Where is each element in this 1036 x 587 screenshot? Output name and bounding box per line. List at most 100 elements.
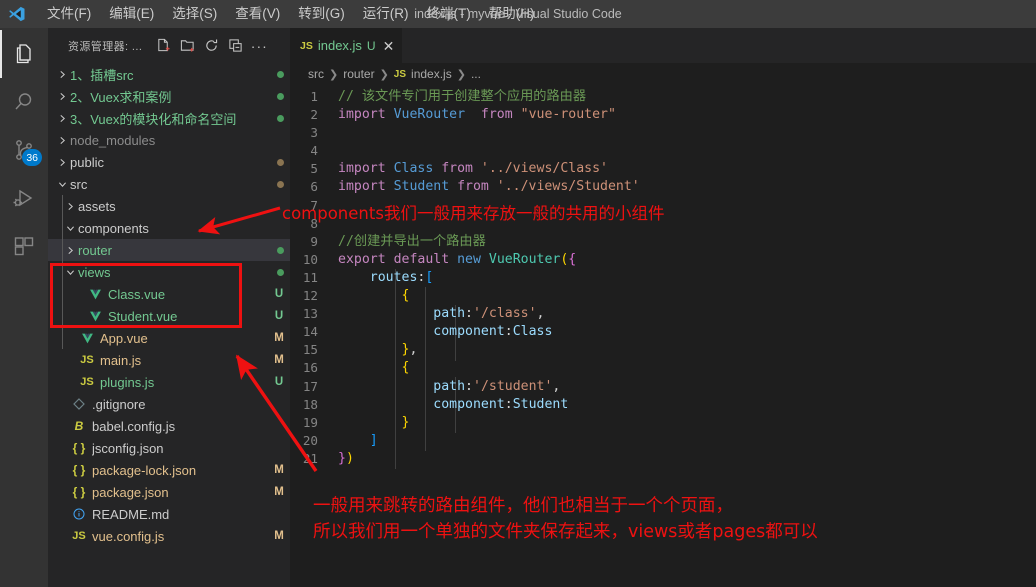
git-status-badge: M bbox=[274, 530, 284, 542]
code-token: { bbox=[401, 288, 410, 304]
tree-item-main.js[interactable]: JS main.js M bbox=[48, 349, 290, 371]
tree-item-jsconfig.json[interactable]: { } jsconfig.json bbox=[48, 437, 290, 459]
file-tree[interactable]: 1、插槽src 2、Vuex求和案例 3、Vuex的模块化和命名空间 node_mod… bbox=[48, 63, 290, 587]
menu-terminal[interactable]: 终端(T) bbox=[418, 2, 480, 26]
new-file-icon[interactable] bbox=[152, 35, 174, 57]
code-line: 19 } bbox=[290, 414, 1036, 432]
tree-item-package.json[interactable]: { } package.json M bbox=[48, 481, 290, 503]
chevron-down-icon[interactable] bbox=[64, 264, 76, 280]
menu-selection[interactable]: 选择(S) bbox=[163, 2, 226, 26]
menu-view[interactable]: 查看(V) bbox=[226, 2, 289, 26]
tree-item-class.vue[interactable]: Class.vue U bbox=[48, 283, 290, 305]
chevron-right-icon[interactable] bbox=[56, 110, 68, 126]
git-status-badge: M bbox=[274, 464, 284, 476]
tree-item-app.vue[interactable]: App.vue M bbox=[48, 327, 290, 349]
code-token: from bbox=[449, 179, 497, 195]
tree-item-router[interactable]: router bbox=[48, 239, 290, 261]
vue-file-icon bbox=[86, 288, 104, 301]
chevron-down-icon[interactable] bbox=[56, 176, 68, 192]
refresh-icon[interactable] bbox=[200, 35, 222, 57]
breadcrumb-item-symbol[interactable]: ... bbox=[471, 67, 481, 81]
tree-item-public[interactable]: public bbox=[48, 151, 290, 173]
tab-git-status: U bbox=[366, 38, 376, 53]
menu-file[interactable]: 文件(F) bbox=[38, 2, 100, 26]
tree-item-label: main.js bbox=[100, 352, 142, 368]
close-icon[interactable]: ✕ bbox=[383, 39, 395, 53]
breadcrumb: src ❯ router ❯ JS index.js ❯ ... bbox=[290, 63, 1036, 85]
code-token: "vue-router" bbox=[520, 107, 616, 123]
explorer-sidebar: 资源管理器: ... ··· 1、插槽src 2、Vuex求和案例 3、Vuex… bbox=[48, 28, 290, 587]
line-number: 18 bbox=[302, 396, 318, 412]
line-number: 10 bbox=[302, 251, 318, 267]
breadcrumb-item-src[interactable]: src bbox=[308, 67, 324, 81]
chevron-right-icon[interactable] bbox=[56, 88, 68, 104]
tree-item-1src[interactable]: 1、插槽src bbox=[48, 63, 290, 85]
more-actions-icon[interactable]: ··· bbox=[248, 35, 270, 57]
chevron-down-icon[interactable] bbox=[64, 220, 76, 236]
tab-index-js[interactable]: JS index.js U ✕ bbox=[290, 28, 404, 63]
collapse-all-icon[interactable] bbox=[224, 35, 246, 57]
chevron-right-icon[interactable] bbox=[64, 242, 76, 258]
code-token: '/student' bbox=[473, 378, 553, 394]
tree-item-readme.md[interactable]: README.md bbox=[48, 503, 290, 525]
tree-item-2vuex[interactable]: 2、Vuex求和案例 bbox=[48, 85, 290, 107]
chevron-right-icon[interactable] bbox=[56, 66, 68, 82]
code-line: 17 path:'/student', bbox=[290, 378, 1036, 396]
menu-help[interactable]: 帮助(H) bbox=[480, 2, 544, 26]
tree-item-src[interactable]: src bbox=[48, 173, 290, 195]
tree-item-student.vue[interactable]: Student.vue U bbox=[48, 305, 290, 327]
chevron-right-icon[interactable] bbox=[56, 132, 68, 148]
activity-search-icon[interactable] bbox=[0, 78, 48, 126]
tree-item-label: src bbox=[70, 176, 88, 192]
code-token: } bbox=[338, 450, 346, 466]
tree-item-babel.config.js[interactable]: Bbabel.config.js bbox=[48, 415, 290, 437]
tree-item-label: Student.vue bbox=[108, 308, 178, 324]
git-status-dot bbox=[277, 93, 284, 100]
vscode-window: 文件(F) 编辑(E) 选择(S) 查看(V) 转到(G) 运行(R) 终端(T… bbox=[0, 0, 1036, 587]
code-line: 20 ] bbox=[290, 432, 1036, 450]
activity-explorer-icon[interactable] bbox=[0, 30, 48, 78]
breadcrumb-item-router[interactable]: router bbox=[343, 67, 374, 81]
tree-item-.gitignore[interactable]: .gitignore bbox=[48, 393, 290, 415]
code-token: VueRouter bbox=[393, 107, 466, 123]
menu-run[interactable]: 运行(R) bbox=[354, 2, 418, 26]
line-content: import Student from '../views/Student' bbox=[334, 178, 640, 196]
chevron-right-icon[interactable] bbox=[56, 154, 68, 170]
code-token: , bbox=[409, 342, 418, 358]
tree-item-3vuex[interactable]: 3、Vuex的模块化和命名空间 bbox=[48, 107, 290, 129]
new-folder-icon[interactable] bbox=[176, 35, 198, 57]
tree-item-node_modules[interactable]: node_modules bbox=[48, 129, 290, 151]
code-token: : bbox=[504, 324, 513, 340]
line-content: import VueRouter from "vue-router" bbox=[334, 106, 616, 124]
line-content: }) bbox=[334, 450, 354, 468]
git-status-dot bbox=[277, 269, 284, 276]
tree-item-views[interactable]: views bbox=[48, 261, 290, 283]
breadcrumb-item-file[interactable]: index.js bbox=[411, 67, 452, 81]
line-content: // 该文件专门用于创建整个应用的路由器 bbox=[334, 88, 586, 106]
activity-source-control-icon[interactable]: 36 bbox=[0, 126, 48, 174]
code-token: new bbox=[457, 251, 489, 267]
line-content: component:Class bbox=[334, 323, 552, 341]
source-control-badge: 36 bbox=[22, 149, 42, 166]
line-content bbox=[334, 142, 338, 160]
menu-edit[interactable]: 编辑(E) bbox=[100, 2, 163, 26]
tree-item-plugins.js[interactable]: JS plugins.js U bbox=[48, 371, 290, 393]
menu-go[interactable]: 转到(G) bbox=[289, 2, 354, 26]
code-line: 15 }, bbox=[290, 341, 1036, 359]
code-token: [ bbox=[425, 269, 434, 285]
code-token: path bbox=[433, 378, 466, 394]
tree-item-vue.config.js[interactable]: JS vue.config.js M bbox=[48, 525, 290, 547]
explorer-actions: ··· bbox=[152, 35, 270, 57]
activity-extensions-icon[interactable] bbox=[0, 222, 48, 270]
tree-item-components[interactable]: components bbox=[48, 217, 290, 239]
tree-item-package-lock.json[interactable]: { } package-lock.json M bbox=[48, 459, 290, 481]
code-editor[interactable]: 1 // 该文件专门用于创建整个应用的路由器 2 import VueRouter f… bbox=[290, 85, 1036, 587]
chevron-right-icon[interactable] bbox=[64, 198, 76, 214]
code-line: 21}) bbox=[290, 450, 1036, 468]
vue-file-icon bbox=[86, 310, 104, 323]
activity-run-debug-icon[interactable] bbox=[0, 174, 48, 222]
workbench-body: 36 资源管理器: ... ··· 1、插槽src 2、Vuex求和案例 3、V… bbox=[0, 28, 1036, 587]
tree-item-label: 1、插槽src bbox=[70, 67, 134, 83]
tree-item-assets[interactable]: assets bbox=[48, 195, 290, 217]
